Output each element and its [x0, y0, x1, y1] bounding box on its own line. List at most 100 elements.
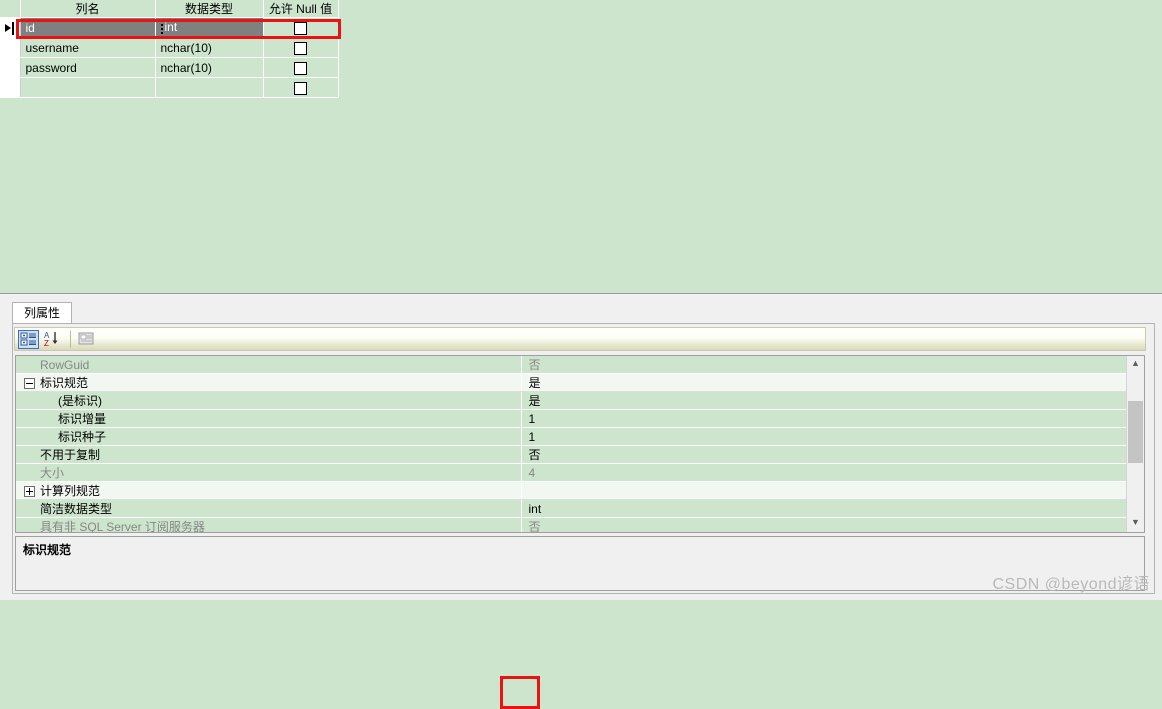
property-value-cell[interactable]: int [521, 499, 1127, 518]
property-row-identity-seed[interactable]: 标识种子 1 [16, 427, 1127, 446]
property-name-cell: RowGuid [16, 356, 522, 374]
property-row-not-for-replication[interactable]: 不用于复制 否 [16, 445, 1127, 464]
property-row-condensed-data-type[interactable]: 简洁数据类型 int [16, 499, 1127, 518]
property-row-identity-increment[interactable]: 标识增量 1 [16, 409, 1127, 428]
property-value-cell[interactable]: 否 [521, 517, 1127, 532]
property-value-cell[interactable]: 否 [521, 356, 1127, 374]
property-value-cell[interactable] [521, 481, 1127, 500]
table-row[interactable]: id int [0, 17, 339, 38]
alphabetical-sort-button[interactable]: A Z [43, 330, 64, 349]
cell-column-name[interactable] [20, 77, 156, 98]
allow-nulls-checkbox[interactable] [294, 21, 307, 35]
property-value-cell[interactable]: 是 [521, 391, 1127, 410]
properties-container: A Z RowGuid 否 标识规范 是 (是标识) 是 标识增量 1 标识种子… [12, 324, 1155, 594]
property-name-cell: 标识规范 [16, 373, 522, 392]
row-selector-cell[interactable] [0, 57, 21, 78]
allow-nulls-checkbox[interactable] [294, 81, 307, 95]
columns-table: 列名 数据类型 允许 Null 值 id int username nchar(… [0, 0, 339, 98]
property-name-cell: 计算列规范 [16, 481, 522, 500]
property-description-panel: 标识规范 [15, 536, 1145, 591]
property-name-cell: (是标识) [16, 391, 522, 410]
row-selector-cell[interactable] [0, 77, 21, 98]
property-value-cell[interactable]: 4 [521, 463, 1127, 482]
scrollbar-thumb[interactable] [1128, 401, 1143, 463]
table-row[interactable]: username nchar(10) [0, 37, 339, 58]
property-description-title: 标识规范 [23, 543, 72, 557]
cell-data-type[interactable]: nchar(10) [155, 57, 264, 78]
table-designer-area: 列名 数据类型 允许 Null 值 id int username nchar(… [0, 0, 1162, 296]
header-allow-nulls[interactable]: 允许 Null 值 [263, 0, 339, 18]
property-name-cell: 标识增量 [16, 409, 522, 428]
annotation-box-identity-values [500, 676, 540, 709]
row-selector-cell[interactable] [0, 37, 21, 58]
property-name-cell: 标识种子 [16, 427, 522, 446]
cell-data-type-text: int [164, 19, 178, 34]
cell-column-name[interactable]: id [20, 17, 156, 38]
header-row-selector [0, 0, 21, 18]
property-value-cell[interactable]: 1 [521, 427, 1127, 446]
current-row-arrow-icon [5, 24, 12, 33]
row-selector-cell[interactable] [0, 17, 21, 38]
property-grid[interactable]: RowGuid 否 标识规范 是 (是标识) 是 标识增量 1 标识种子 1 不… [15, 355, 1145, 533]
cell-allow-nulls[interactable] [263, 57, 339, 78]
property-value-cell[interactable]: 是 [521, 373, 1127, 392]
property-row-identity-specification[interactable]: 标识规范 是 [16, 373, 1127, 392]
scroll-down-arrow-icon[interactable]: ▼ [1127, 515, 1144, 532]
columns-table-header-row: 列名 数据类型 允许 Null 值 [0, 0, 339, 18]
property-label: RowGuid [40, 357, 90, 372]
property-label: 具有非 SQL Server 订阅服务器 [40, 520, 205, 532]
property-row-is-identity[interactable]: (是标识) 是 [16, 391, 1127, 410]
cell-data-type[interactable]: int [155, 17, 264, 38]
property-row-size[interactable]: 大小 4 [16, 463, 1127, 482]
cell-data-type[interactable]: nchar(10) [155, 37, 264, 58]
property-name-cell: 简洁数据类型 [16, 499, 522, 518]
column-properties-pane: 列属性 A Z RowGuid 否 标识规范 是 (是标识) 是 标识增量 1 … [0, 297, 1162, 709]
scroll-up-arrow-icon[interactable]: ▲ [1127, 356, 1144, 373]
property-grid-table: RowGuid 否 标识规范 是 (是标识) 是 标识增量 1 标识种子 1 不… [16, 356, 1127, 532]
header-column-name[interactable]: 列名 [20, 0, 156, 18]
properties-tabstrip: 列属性 [12, 302, 1155, 324]
property-label: 大小 [40, 466, 65, 480]
svg-text:Z: Z [44, 339, 49, 347]
property-grid-vertical-scrollbar[interactable]: ▲ ▼ [1126, 356, 1144, 532]
toolbar-separator [70, 331, 71, 348]
categorized-icon [20, 332, 36, 346]
tab-column-properties[interactable]: 列属性 [12, 302, 73, 323]
table-row[interactable]: password nchar(10) [0, 57, 339, 78]
property-label: 标识增量 [58, 412, 107, 426]
property-grid-viewport: RowGuid 否 标识规范 是 (是标识) 是 标识增量 1 标识种子 1 不… [16, 356, 1127, 532]
property-name-cell: 大小 [16, 463, 522, 482]
property-label: 标识规范 [40, 376, 89, 390]
property-label: (是标识) [58, 394, 102, 408]
property-row-rowguid[interactable]: RowGuid 否 [16, 356, 1127, 374]
cell-allow-nulls[interactable] [263, 17, 339, 38]
allow-nulls-checkbox[interactable] [294, 41, 307, 55]
property-label: 简洁数据类型 [40, 502, 113, 516]
property-name-cell: 具有非 SQL Server 订阅服务器 [16, 517, 522, 532]
cell-column-name[interactable]: password [20, 57, 156, 78]
property-label: 不用于复制 [40, 448, 101, 462]
property-pages-icon [78, 332, 94, 345]
header-data-type[interactable]: 数据类型 [155, 0, 264, 18]
cell-allow-nulls[interactable] [263, 37, 339, 58]
property-label: 计算列规范 [40, 484, 101, 498]
property-row-computed-column-specification[interactable]: 计算列规范 [16, 481, 1127, 500]
cell-allow-nulls[interactable] [263, 77, 339, 98]
property-name-cell: 不用于复制 [16, 445, 522, 464]
collapse-minus-icon[interactable] [24, 378, 35, 390]
allow-nulls-checkbox[interactable] [294, 61, 307, 75]
watermark: CSDN @beyond谚语 [992, 576, 1150, 593]
cell-focus-caret-icon [160, 20, 163, 36]
properties-toolbar: A Z [14, 327, 1146, 351]
table-row[interactable] [0, 77, 339, 98]
property-value-cell[interactable]: 否 [521, 445, 1127, 464]
categorized-view-button[interactable] [18, 330, 39, 349]
cell-column-name[interactable]: username [20, 37, 156, 58]
cell-data-type[interactable] [155, 77, 264, 98]
property-label: 标识种子 [58, 430, 107, 444]
expand-plus-icon[interactable] [24, 486, 35, 498]
property-value-cell[interactable]: 1 [521, 409, 1127, 428]
property-row-has-non-sql-server-subscriber[interactable]: 具有非 SQL Server 订阅服务器 否 [16, 517, 1127, 532]
property-pages-button[interactable] [77, 330, 98, 349]
column-definition-grid[interactable]: 列名 数据类型 允许 Null 值 id int username nchar(… [0, 0, 339, 98]
